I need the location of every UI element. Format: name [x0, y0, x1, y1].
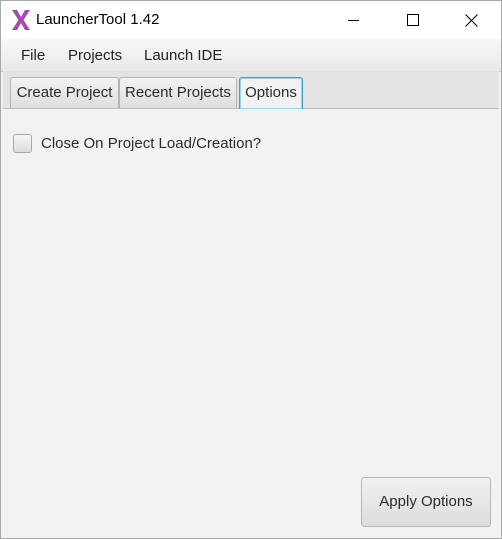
close-icon: [464, 13, 478, 27]
close-on-load-label[interactable]: Close On Project Load/Creation?: [41, 135, 261, 152]
options-panel: Close On Project Load/Creation? Apply Op…: [3, 109, 499, 538]
minimize-button[interactable]: [331, 1, 377, 39]
apply-options-button[interactable]: Apply Options: [361, 477, 491, 527]
tab-recent-projects[interactable]: Recent Projects: [119, 77, 237, 108]
close-on-load-option[interactable]: Close On Project Load/Creation?: [13, 134, 261, 153]
maximize-icon: [407, 14, 419, 26]
menu-file[interactable]: File: [21, 47, 45, 64]
tab-options[interactable]: Options: [239, 77, 303, 109]
menu-projects[interactable]: Projects: [68, 47, 122, 64]
title-bar[interactable]: LauncherTool 1.42: [1, 1, 501, 39]
menu-bar: File Projects Launch IDE: [1, 39, 501, 72]
tab-create-project[interactable]: Create Project: [10, 77, 119, 108]
close-on-load-checkbox[interactable]: [13, 134, 32, 153]
close-button[interactable]: [448, 1, 494, 39]
window-title: LauncherTool 1.42: [36, 11, 160, 28]
app-x-icon: [12, 10, 30, 30]
minimize-icon: [348, 20, 359, 21]
menu-launch-ide[interactable]: Launch IDE: [144, 47, 222, 64]
launcher-window: LauncherTool 1.42 File Projects Launch I…: [0, 0, 502, 539]
maximize-button[interactable]: [390, 1, 436, 39]
tab-header: Create Project Recent Projects Options: [3, 71, 499, 109]
